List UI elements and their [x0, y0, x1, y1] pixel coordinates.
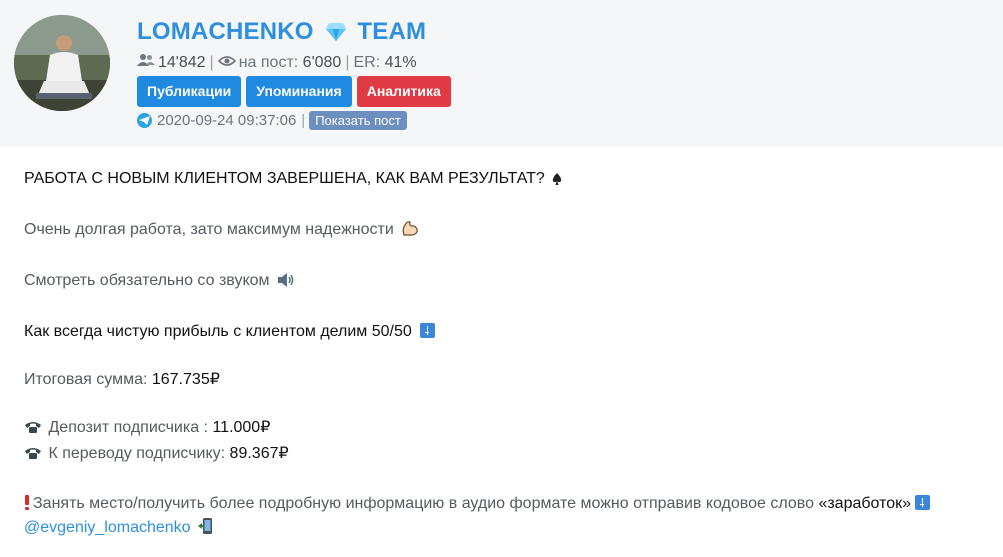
cta-text: Занять место/получить более подробную ин…: [33, 495, 814, 512]
post-text: Очень долгая работа, зато максимум надеж…: [24, 221, 394, 238]
stats-separator: |: [209, 53, 214, 71]
cta-keyword: «заработок»: [818, 495, 912, 512]
deposit-label: Депозит подписчика :: [48, 419, 208, 436]
stats-separator: |: [345, 53, 350, 71]
arrow-down-icon: [915, 495, 931, 510]
channel-nav-buttons: Публикации Упоминания Аналитика: [137, 76, 451, 107]
arrow-down-icon: [420, 323, 436, 338]
telephone-icon: [24, 444, 42, 468]
eye-icon: [217, 54, 236, 72]
channel-avatar[interactable]: [14, 15, 110, 111]
channel-suffix: TEAM: [357, 18, 427, 45]
speaker-icon: [277, 272, 295, 296]
mentions-button[interactable]: Упоминания: [246, 76, 352, 107]
post-line: Итоговая сумма: 167.735₽: [24, 368, 984, 392]
spade-icon: [552, 170, 562, 194]
post-date-row: 2020-09-24 09:37:06 | Показать пост: [137, 111, 407, 130]
post-line: @evgeniy_lomachenko: [24, 516, 984, 543]
channel-title[interactable]: LOMACHENKO TEAM: [137, 18, 426, 49]
post-line: К переводу подписчику: 89.367₽: [24, 442, 984, 468]
transfer-label: К переводу подписчику:: [48, 445, 226, 462]
post-line: Занять место/получить более подробную ин…: [24, 492, 984, 516]
er-value: 41%: [384, 53, 417, 71]
exclamation-icon: [24, 495, 30, 510]
flexed-biceps-icon: [401, 219, 419, 245]
er-label: ER:: [353, 53, 381, 71]
post-line: Депозит подписчика : 11.000₽: [24, 416, 984, 442]
subscribers-count: 14'842: [158, 53, 206, 71]
transfer-value: 89.367₽: [229, 445, 289, 462]
contact-link[interactable]: @evgeniy_lomachenko: [24, 519, 191, 536]
telegram-icon: [137, 113, 152, 128]
views-count: 6'080: [302, 53, 342, 71]
date-separator: |: [301, 112, 306, 129]
channel-stats: 14'842 | на пост: 6'080 | ER: 41%: [137, 53, 417, 72]
post-headline: РАБОТА С НОВЫМ КЛИЕНТОМ ЗАВЕРШЕНА, КАК В…: [24, 170, 545, 187]
post-text: Смотреть обязательно со звуком: [24, 272, 270, 289]
total-value: 167.735₽: [151, 371, 220, 388]
post-text: Как всегда чистую прибыль с клиентом дел…: [24, 323, 412, 340]
post-line: РАБОТА С НОВЫМ КЛИЕНТОМ ЗАВЕРШЕНА, КАК В…: [24, 167, 984, 194]
deposit-value: 11.000₽: [212, 419, 271, 436]
show-post-button[interactable]: Показать пост: [309, 111, 407, 130]
views-label: на пост:: [238, 53, 299, 71]
post-line: Очень долгая работа, зато максимум надеж…: [24, 218, 984, 245]
avatar-photo: [14, 15, 110, 111]
channel-header: LOMACHENKO TEAM 14'842 | на пост: 6'080 …: [0, 0, 1003, 147]
analytics-button[interactable]: Аналитика: [356, 76, 451, 107]
post-body: РАБОТА С НОВЫМ КЛИЕНТОМ ЗАВЕРШЕНА, КАК В…: [24, 167, 984, 543]
mobile-phone-arrow-icon: [198, 517, 214, 543]
post-line: Как всегда чистую прибыль с клиентом дел…: [24, 320, 984, 344]
gem-icon: [325, 21, 347, 49]
telephone-icon: [24, 418, 42, 442]
publications-button[interactable]: Публикации: [137, 76, 242, 107]
post-date: 2020-09-24 09:37:06: [157, 112, 297, 129]
users-icon: [137, 53, 155, 72]
channel-name: LOMACHENKO: [137, 18, 314, 45]
post-line: Смотреть обязательно со звуком: [24, 269, 984, 296]
total-label: Итоговая сумма:: [24, 371, 148, 388]
